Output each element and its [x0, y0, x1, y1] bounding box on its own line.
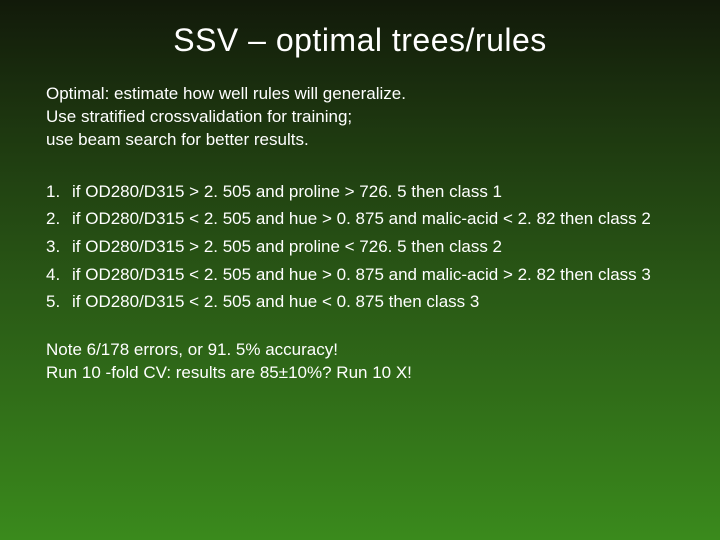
- note-line-1: Note 6/178 errors, or 91. 5% accuracy!: [46, 339, 674, 362]
- note-line-2: Run 10 -fold CV: results are 85±10%? Run…: [46, 362, 674, 385]
- rule-item: 3. if OD280/D315 > 2. 505 and proline < …: [46, 235, 674, 260]
- rule-number: 3.: [46, 235, 72, 260]
- rule-item: 2. if OD280/D315 < 2. 505 and hue > 0. 8…: [46, 207, 674, 232]
- intro-line-2: Use stratified crossvalidation for train…: [46, 106, 674, 129]
- slide-title: SSV – optimal trees/rules: [46, 22, 674, 59]
- rule-number: 2.: [46, 207, 72, 232]
- rule-text: if OD280/D315 < 2. 505 and hue > 0. 875 …: [72, 263, 674, 288]
- rules-list: 1. if OD280/D315 > 2. 505 and proline > …: [46, 180, 674, 315]
- intro-block: Optimal: estimate how well rules will ge…: [46, 83, 674, 152]
- rule-number: 4.: [46, 263, 72, 288]
- rule-item: 5. if OD280/D315 < 2. 505 and hue < 0. 8…: [46, 290, 674, 315]
- intro-line-3: use beam search for better results.: [46, 129, 674, 152]
- rule-number: 5.: [46, 290, 72, 315]
- rule-text: if OD280/D315 > 2. 505 and proline < 726…: [72, 235, 674, 260]
- rule-text: if OD280/D315 > 2. 505 and proline > 726…: [72, 180, 674, 205]
- rule-text: if OD280/D315 < 2. 505 and hue > 0. 875 …: [72, 207, 674, 232]
- rule-item: 4. if OD280/D315 < 2. 505 and hue > 0. 8…: [46, 263, 674, 288]
- rule-text: if OD280/D315 < 2. 505 and hue < 0. 875 …: [72, 290, 674, 315]
- intro-line-1: Optimal: estimate how well rules will ge…: [46, 83, 674, 106]
- rule-number: 1.: [46, 180, 72, 205]
- slide: SSV – optimal trees/rules Optimal: estim…: [0, 0, 720, 540]
- note-block: Note 6/178 errors, or 91. 5% accuracy! R…: [46, 339, 674, 385]
- rule-item: 1. if OD280/D315 > 2. 505 and proline > …: [46, 180, 674, 205]
